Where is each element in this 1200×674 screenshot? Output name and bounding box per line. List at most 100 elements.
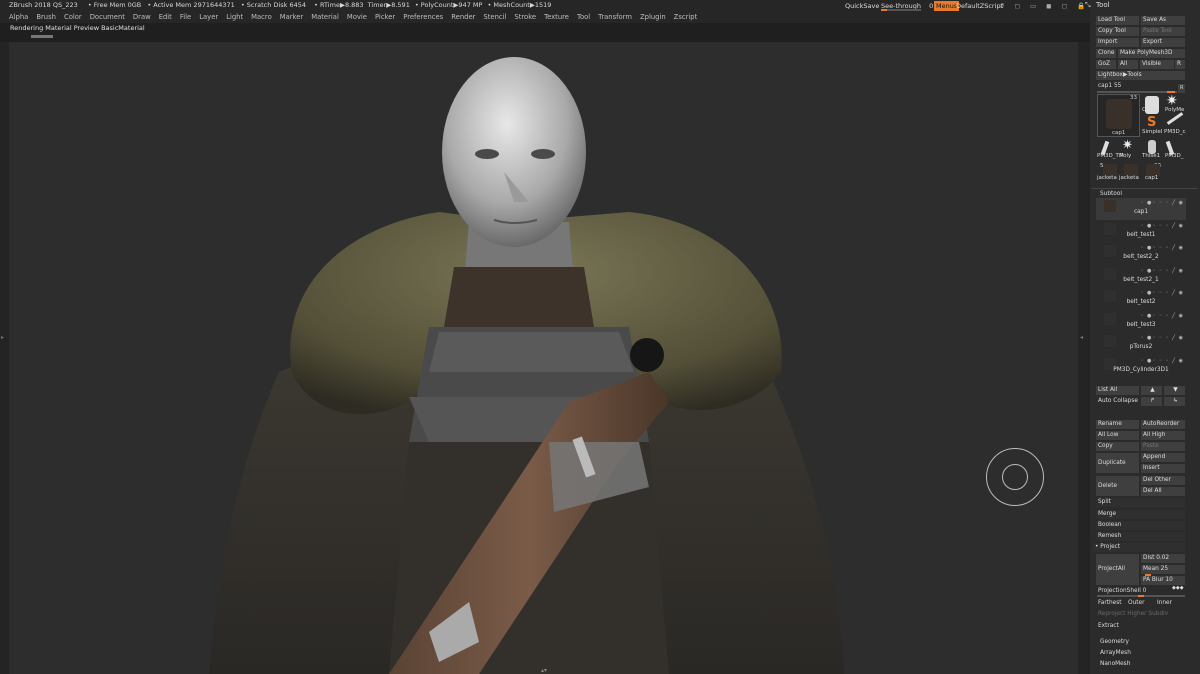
menu-transform[interactable]: Transform	[598, 11, 632, 23]
remesh-button[interactable]: Remesh	[1096, 532, 1185, 541]
viewport-canvas[interactable]: ▴▾	[9, 42, 1078, 674]
extract-button[interactable]: Extract	[1098, 622, 1119, 631]
arraymesh-section[interactable]: ArrayMesh	[1100, 649, 1131, 658]
auto-collapse-button[interactable]: Auto Collapse	[1098, 397, 1138, 406]
dist-slider[interactable]: Dist 0.02	[1141, 554, 1185, 563]
export-button[interactable]: Export	[1141, 38, 1185, 47]
append-button[interactable]: Append	[1141, 453, 1185, 462]
farthest-button[interactable]: Farthest	[1098, 599, 1122, 608]
all-low-button[interactable]: All Low	[1096, 431, 1139, 440]
menu-material[interactable]: Material	[311, 11, 339, 23]
copy-tool-button[interactable]: Copy Tool	[1096, 27, 1139, 36]
all-button[interactable]: All	[1118, 60, 1138, 69]
menu-render[interactable]: Render	[451, 11, 475, 23]
subtool-row[interactable]: ◦ ●◦ ◦ ◦ ╱ ◉ belt_test3	[1096, 311, 1186, 333]
import-button[interactable]: Import	[1096, 38, 1139, 47]
goz-button[interactable]: GoZ	[1096, 60, 1116, 69]
rename-button[interactable]: Rename	[1096, 420, 1139, 429]
lightbox-tools-button[interactable]: Lightbox▶Tools	[1096, 71, 1185, 80]
menu-macro[interactable]: Macro	[251, 11, 272, 23]
subtool-visibility-icons[interactable]: ◦ ●◦ ◦ ◦ ╱ ◉	[1141, 268, 1184, 274]
move-up-button[interactable]: ▲	[1141, 386, 1162, 395]
visible-button[interactable]: Visible	[1140, 60, 1174, 69]
bottom-shelf-toggle-icon[interactable]: ▴▾	[534, 667, 554, 674]
menu-zscript[interactable]: Zscript	[674, 11, 698, 23]
save-as-button[interactable]: Save As	[1141, 16, 1185, 25]
menu-light[interactable]: Light	[226, 11, 243, 23]
menu-draw[interactable]: Draw	[133, 11, 151, 23]
copy-button[interactable]: Copy	[1096, 442, 1139, 451]
menu-file[interactable]: File	[180, 11, 191, 23]
merge-button[interactable]: Merge	[1096, 510, 1185, 519]
menu-marker[interactable]: Marker	[280, 11, 304, 23]
pa-blur-extra-icon[interactable]: ◆◆◆	[1172, 584, 1184, 593]
menu-layer[interactable]: Layer	[199, 11, 218, 23]
menu-tool[interactable]: Tool	[577, 11, 590, 23]
menu-stroke[interactable]: Stroke	[514, 11, 536, 23]
subtool-row[interactable]: ◦ ●◦ ◦ ◦ ╱ ◉ cap1	[1096, 198, 1186, 220]
subtool-row[interactable]: ◦ ●◦ ◦ ◦ ╱ ◉ PM3D_Cylinder3D1	[1096, 356, 1186, 378]
paste-button[interactable]: Paste	[1141, 442, 1185, 451]
load-tool-button[interactable]: Load Tool	[1096, 16, 1139, 25]
subtool-visibility-icons[interactable]: ◦ ●◦ ◦ ◦ ╱ ◉	[1141, 358, 1184, 364]
insert-button[interactable]: Insert	[1141, 464, 1185, 473]
subtool-visibility-icons[interactable]: ◦ ●◦ ◦ ◦ ╱ ◉	[1141, 223, 1184, 229]
tool-thumb-cap1[interactable]: 33 cap1	[1097, 94, 1140, 137]
star2-thumb-icon[interactable]: ✷	[1122, 138, 1133, 153]
outer-button[interactable]: Outer	[1128, 599, 1144, 608]
auto-reorder-button[interactable]: AutoReorder	[1141, 420, 1185, 429]
list-all-button[interactable]: List All	[1096, 386, 1139, 395]
move-down-button[interactable]: ▼	[1164, 386, 1185, 395]
project-section-button[interactable]: • Project	[1093, 543, 1185, 552]
duplicate-button[interactable]: Duplicate	[1096, 453, 1139, 473]
left-shelf-arrow-icon[interactable]: ▸	[1, 334, 4, 341]
subtool-row[interactable]: ◦ ●◦ ◦ ◦ ╱ ◉ belt_test2	[1096, 288, 1186, 310]
subtool-visibility-icons[interactable]: ◦ ●◦ ◦ ◦ ╱ ◉	[1141, 313, 1184, 319]
subtool-visibility-icons[interactable]: ◦ ●◦ ◦ ◦ ╱ ◉	[1141, 290, 1184, 296]
split-button[interactable]: Split	[1096, 498, 1185, 507]
project-all-button[interactable]: ProjectAll	[1096, 554, 1139, 585]
menu-color[interactable]: Color	[64, 11, 82, 23]
subtool-visibility-icons[interactable]: ◦ ●◦ ◦ ◦ ╱ ◉	[1141, 335, 1184, 341]
del-all-button[interactable]: Del All	[1141, 487, 1185, 496]
del-other-button[interactable]: Del Other	[1141, 476, 1185, 485]
subtool-row[interactable]: ◦ ●◦ ◦ ◦ ╱ ◉ belt_test2_2	[1096, 243, 1186, 265]
menu-edit[interactable]: Edit	[159, 11, 172, 23]
right-shelf-arrow-icon[interactable]: ◂	[1080, 334, 1083, 341]
subtool-row[interactable]: ◦ ●◦ ◦ ◦ ╱ ◉ belt_test1	[1096, 221, 1186, 243]
navigation-gizmo[interactable]	[986, 448, 1044, 506]
menu-movie[interactable]: Movie	[347, 11, 367, 23]
delete-button[interactable]: Delete	[1096, 476, 1139, 496]
menu-texture[interactable]: Texture	[544, 11, 569, 23]
menu-alpha[interactable]: Alpha	[9, 11, 28, 23]
subtool-row[interactable]: ◦ ●◦ ◦ ◦ ╱ ◉ pTorus2	[1096, 333, 1186, 355]
menu-zplugin[interactable]: Zplugin	[640, 11, 666, 23]
geometry-section[interactable]: Geometry	[1100, 638, 1129, 647]
make-polymesh-button[interactable]: Make PolyMesh3D	[1118, 49, 1185, 58]
subtool-visibility-icons[interactable]: ◦ ●◦ ◦ ◦ ╱ ◉	[1141, 200, 1184, 206]
quicksave-button[interactable]: QuickSave	[845, 0, 879, 12]
subtool-row[interactable]: ◦ ●◦ ◦ ◦ ╱ ◉ belt_test2_1	[1096, 266, 1186, 288]
arrow-down-button[interactable]: ↳	[1164, 397, 1185, 406]
window-icons[interactable]: ↺ ◻ ▭ ◼ ◻ 🔒	[999, 0, 1089, 12]
menu-stencil[interactable]: Stencil	[483, 11, 506, 23]
mean-slider[interactable]: Mean 25	[1141, 565, 1185, 574]
paste-tool-button[interactable]: Paste Tool	[1141, 27, 1185, 36]
menu-picker[interactable]: Picker	[375, 11, 395, 23]
menu-brush[interactable]: Brush	[36, 11, 56, 23]
arrow-up-button[interactable]: ↱	[1141, 397, 1162, 406]
subtool-visibility-icons[interactable]: ◦ ●◦ ◦ ◦ ╱ ◉	[1141, 245, 1184, 251]
current-tool-slider-label[interactable]: cap1 55	[1098, 82, 1121, 91]
nanomesh-section[interactable]: NanoMesh	[1100, 660, 1130, 669]
inner-button[interactable]: Inner	[1157, 599, 1172, 608]
clone-button[interactable]: Clone	[1096, 49, 1116, 58]
reproject-higher-subdiv-button[interactable]: Reproject Higher Subdiv	[1098, 610, 1168, 619]
r-button[interactable]: R	[1175, 60, 1185, 69]
default-zscript-button[interactable]: DefaultZScript	[956, 0, 1003, 12]
r-small-button[interactable]: R	[1178, 84, 1185, 93]
all-high-button[interactable]: All High	[1141, 431, 1185, 440]
boolean-button[interactable]: Boolean	[1096, 521, 1185, 530]
menu-preferences[interactable]: Preferences	[403, 11, 443, 23]
tool-palette-title[interactable]: Tool	[1096, 1, 1110, 10]
menu-document[interactable]: Document	[90, 11, 125, 23]
